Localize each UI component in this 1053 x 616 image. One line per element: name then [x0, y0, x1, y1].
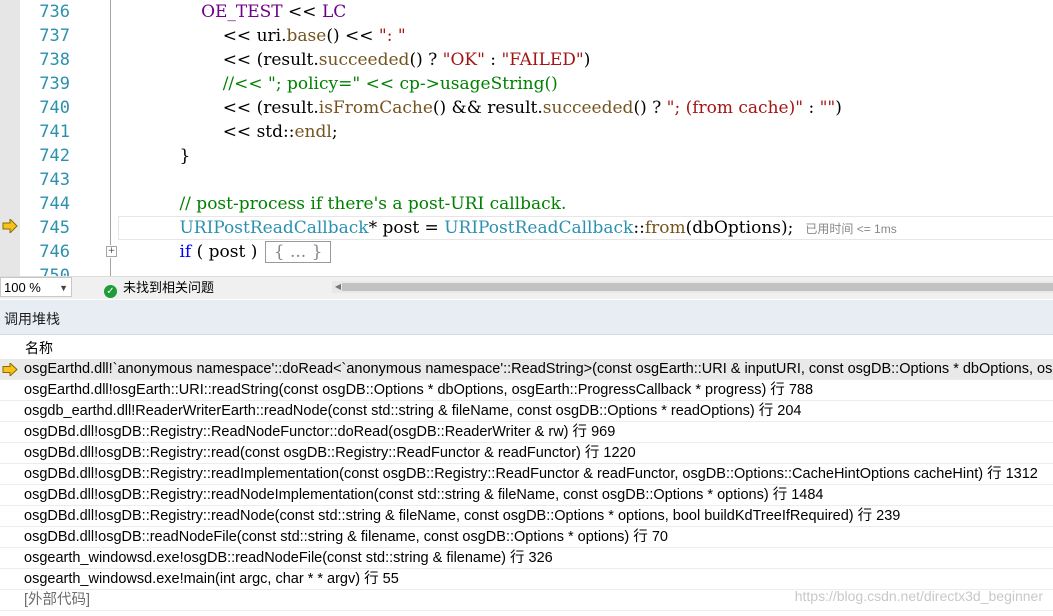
panel-title-bar[interactable]: 调用堆栈	[0, 300, 1053, 335]
current-statement-arrow-icon	[2, 219, 18, 233]
zoom-level-dropdown[interactable]: 100 % ▼	[0, 277, 72, 297]
call-stack-frame-row[interactable]: osgearth_windowsd.exe!osgDB::readNodeFil…	[0, 548, 1053, 569]
horizontal-scrollbar[interactable]: ◀	[332, 281, 1053, 293]
call-stack-frame-row[interactable]: osgdb_earthd.dll!ReaderWriterEarth::read…	[0, 401, 1053, 422]
call-stack-frame-text: osgDBd.dll!osgDB::Registry::readNodeImpl…	[24, 487, 824, 503]
call-stack-frame-text: osgDBd.dll!osgDB::Registry::readImplemen…	[24, 466, 1038, 482]
call-stack-frame-text: osgEarthd.dll!osgEarth::URI::readString(…	[24, 382, 814, 398]
call-stack-frame-text: osgDBd.dll!osgDB::Registry::read(const o…	[24, 445, 636, 461]
call-stack-frame-text: [外部代码]	[24, 592, 91, 608]
code-line-742: }	[179, 146, 191, 166]
code-line-740: << (result.isFromCache() && result.succe…	[222, 98, 842, 118]
call-stack-frame-text: osgDBd.dll!osgDB::readNodeFile(const std…	[24, 529, 668, 545]
line-number: 743	[39, 170, 70, 190]
code-line-744: // post-process if there's a post-URI ca…	[179, 194, 567, 214]
code-line-745: URIPostReadCallback* post = URIPostReadC…	[118, 216, 1053, 240]
line-number: 738	[39, 50, 70, 70]
editor-status-bar: 100 % ▼ ✓ 未找到相关问题 ◀	[0, 276, 1053, 299]
expand-collapsed-block-icon[interactable]: +	[106, 246, 117, 257]
call-stack-frame-row[interactable]: osgDBd.dll!osgDB::Registry::read(const o…	[0, 443, 1053, 464]
zoom-level-value: 100 %	[4, 280, 41, 295]
call-stack-frame-row[interactable]: osgDBd.dll!osgDB::Registry::readImplemen…	[0, 464, 1053, 485]
call-stack-panel: 调用堆栈 名称 osgEarthd.dll!`anonymous namespa…	[0, 300, 1053, 616]
scrollbar-thumb[interactable]	[342, 283, 1053, 291]
code-line-739: //<< "; policy=" << cp->usageString()	[222, 74, 558, 94]
column-header-label: 名称	[25, 340, 53, 356]
call-stack-frame-text: osgdb_earthd.dll!ReaderWriterEarth::read…	[24, 403, 802, 419]
code-editor[interactable]: 736 737 738 739 740 741 742 743 744 745 746 750 + O…	[0, 0, 1053, 276]
line-number: 741	[39, 122, 70, 142]
panel-title: 调用堆栈	[4, 311, 60, 327]
call-stack-frame-text: osgearth_windowsd.exe!osgDB::readNodeFil…	[24, 550, 553, 566]
line-number-gutter: 736 737 738 739 740 741 742 743 744 745 746 750	[20, 0, 72, 276]
watermark-text: https://blog.csdn.net/directx3d_beginner	[794, 588, 1043, 604]
outline-guide	[110, 258, 111, 276]
code-line-737: << uri.base() << ": "	[222, 26, 406, 46]
line-number: 745	[39, 218, 70, 238]
line-number: 737	[39, 26, 70, 46]
line-number: 744	[39, 194, 70, 214]
column-header-name[interactable]: 名称	[0, 335, 1053, 360]
line-number: 740	[39, 98, 70, 118]
current-frame-arrow-icon	[2, 363, 18, 376]
call-stack-frame-row[interactable]: osgEarthd.dll!osgEarth::URI::readString(…	[0, 380, 1053, 401]
call-stack-frame-text: osgearth_windowsd.exe!main(int argc, cha…	[24, 571, 399, 587]
chevron-down-icon: ▼	[59, 283, 68, 293]
outline-guide	[110, 0, 111, 245]
code-line-746: if ( post ) { ... }	[120, 240, 1053, 264]
line-number: 739	[39, 74, 70, 94]
glyph-margin[interactable]	[0, 0, 20, 276]
issues-status-text: 未找到相关问题	[123, 280, 215, 295]
code-line-736: OE_TEST << LC	[201, 2, 347, 22]
call-stack-frame-row[interactable]: osgearth_windowsd.exe!main(int argc, cha…	[0, 569, 1053, 590]
code-text-area[interactable]: OE_TEST << LC << uri.base() << ": " << (…	[118, 0, 1053, 276]
code-line-741: << std::endl;	[222, 122, 338, 142]
line-number: 736	[39, 2, 70, 22]
current-line-highlight	[118, 216, 1053, 240]
outlining-margin: +	[102, 0, 118, 276]
line-number: 746	[39, 242, 70, 262]
call-stack-frame-text: osgEarthd.dll!`anonymous namespace'::doR…	[24, 361, 1053, 377]
line-number: 742	[39, 146, 70, 166]
check-circle-icon: ✓	[104, 285, 117, 298]
call-stack-frame-row[interactable]: osgDBd.dll!osgDB::Registry::readNode(con…	[0, 506, 1053, 527]
code-line-738: << (result.succeeded() ? "OK" : "FAILED"…	[222, 50, 591, 70]
call-stack-frame-row[interactable]: osgDBd.dll!osgDB::Registry::ReadNodeFunc…	[0, 422, 1053, 443]
line-number: 750	[39, 266, 70, 276]
call-stack-frame-row[interactable]: osgEarthd.dll!`anonymous namespace'::doR…	[0, 359, 1053, 380]
call-stack-frame-row[interactable]: osgDBd.dll!osgDB::readNodeFile(const std…	[0, 527, 1053, 548]
issues-indicator[interactable]: ✓ 未找到相关问题	[104, 278, 214, 298]
call-stack-frame-text: osgDBd.dll!osgDB::Registry::readNode(con…	[24, 508, 901, 524]
call-stack-frame-row[interactable]: osgDBd.dll!osgDB::Registry::readNodeImpl…	[0, 485, 1053, 506]
collapsed-code-block[interactable]: { ... }	[264, 241, 332, 263]
call-stack-frame-text: osgDBd.dll!osgDB::Registry::ReadNodeFunc…	[24, 424, 616, 440]
